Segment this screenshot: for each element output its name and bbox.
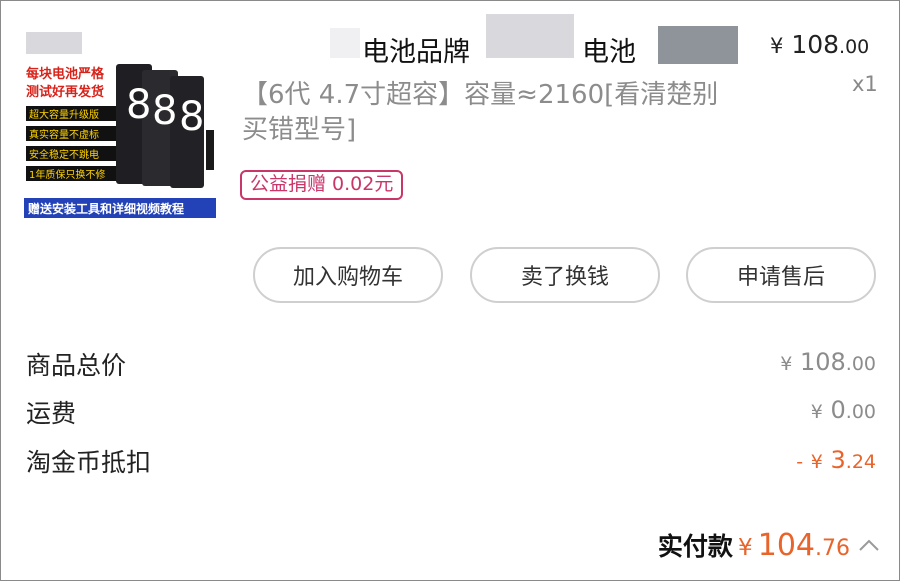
redacted-area	[658, 26, 738, 64]
thumb-feature: 1年质保只换不修	[29, 168, 105, 181]
thumb-feature: 超大容量升级版	[29, 108, 99, 121]
coin-discount-value: - ¥ 3.24	[796, 446, 876, 474]
price-decimal: .00	[839, 36, 870, 58]
shipping-value: ¥ 0.00	[811, 396, 876, 424]
value-integer: 3	[830, 446, 846, 474]
thumb-headline-1: 每块电池严格	[26, 66, 105, 82]
price-integer: 108	[791, 30, 840, 59]
thumb-footer: 赠送安装工具和详细视频教程	[28, 201, 184, 216]
discount-prefix: -	[796, 451, 804, 473]
coin-discount-label: 淘金币抵扣	[26, 448, 152, 477]
currency-symbol: ¥	[738, 535, 753, 561]
value-decimal: .00	[845, 401, 876, 423]
value-decimal: .24	[845, 451, 876, 473]
subtotal-value: ¥ 108.00	[780, 348, 876, 376]
subtotal-label: 商品总价	[26, 351, 127, 380]
currency-symbol: ¥	[780, 353, 793, 375]
shipping-label: 运费	[26, 399, 77, 428]
charity-badge: 公益捐赠 0.02元	[240, 170, 404, 200]
redacted-area	[330, 28, 360, 58]
total-label: 实付款	[657, 532, 733, 561]
after-sales-button[interactable]: 申请售后	[686, 247, 876, 303]
thumb-feature: 真实容量不虚标	[29, 128, 99, 141]
product-spec: 【6代 4.7寸超容】容量≈2160[看清楚别买错型号]	[242, 80, 719, 145]
value-integer: 0	[830, 396, 846, 424]
redacted-area	[486, 14, 574, 58]
battery-number: 8	[179, 94, 204, 140]
product-title-part-1[interactable]: 电池品牌	[362, 30, 470, 69]
redacted-area	[26, 32, 82, 54]
value-integer: 108	[799, 348, 846, 376]
product-thumbnail[interactable]: 8 8 8 每块电池严格 测试好再发货 超大容量升级版 真实容量不虚标 安全稳定…	[24, 60, 216, 218]
quantity: x1	[852, 72, 878, 96]
total-integer: 104	[757, 528, 815, 563]
battery-number: 8	[126, 82, 151, 128]
chevron-up-icon[interactable]	[858, 534, 880, 556]
currency-symbol: ¥	[810, 401, 823, 423]
thumb-feature: 安全稳定不跳电	[29, 148, 99, 161]
value-decimal: .00	[845, 353, 876, 375]
product-title-part-2[interactable]: 电池	[582, 30, 636, 69]
thumb-headline-2: 测试好再发货	[26, 84, 104, 100]
currency-symbol: ¥	[770, 34, 784, 58]
battery-number: 8	[152, 88, 177, 134]
total-paid: 实付款 ¥ 104.76	[658, 527, 850, 563]
total-decimal: .76	[815, 536, 850, 561]
currency-symbol: ¥	[810, 451, 823, 473]
resell-button[interactable]: 卖了换钱	[470, 247, 660, 303]
unit-price: ¥ 108.00	[770, 30, 869, 59]
add-to-cart-button[interactable]: 加入购物车	[253, 247, 443, 303]
